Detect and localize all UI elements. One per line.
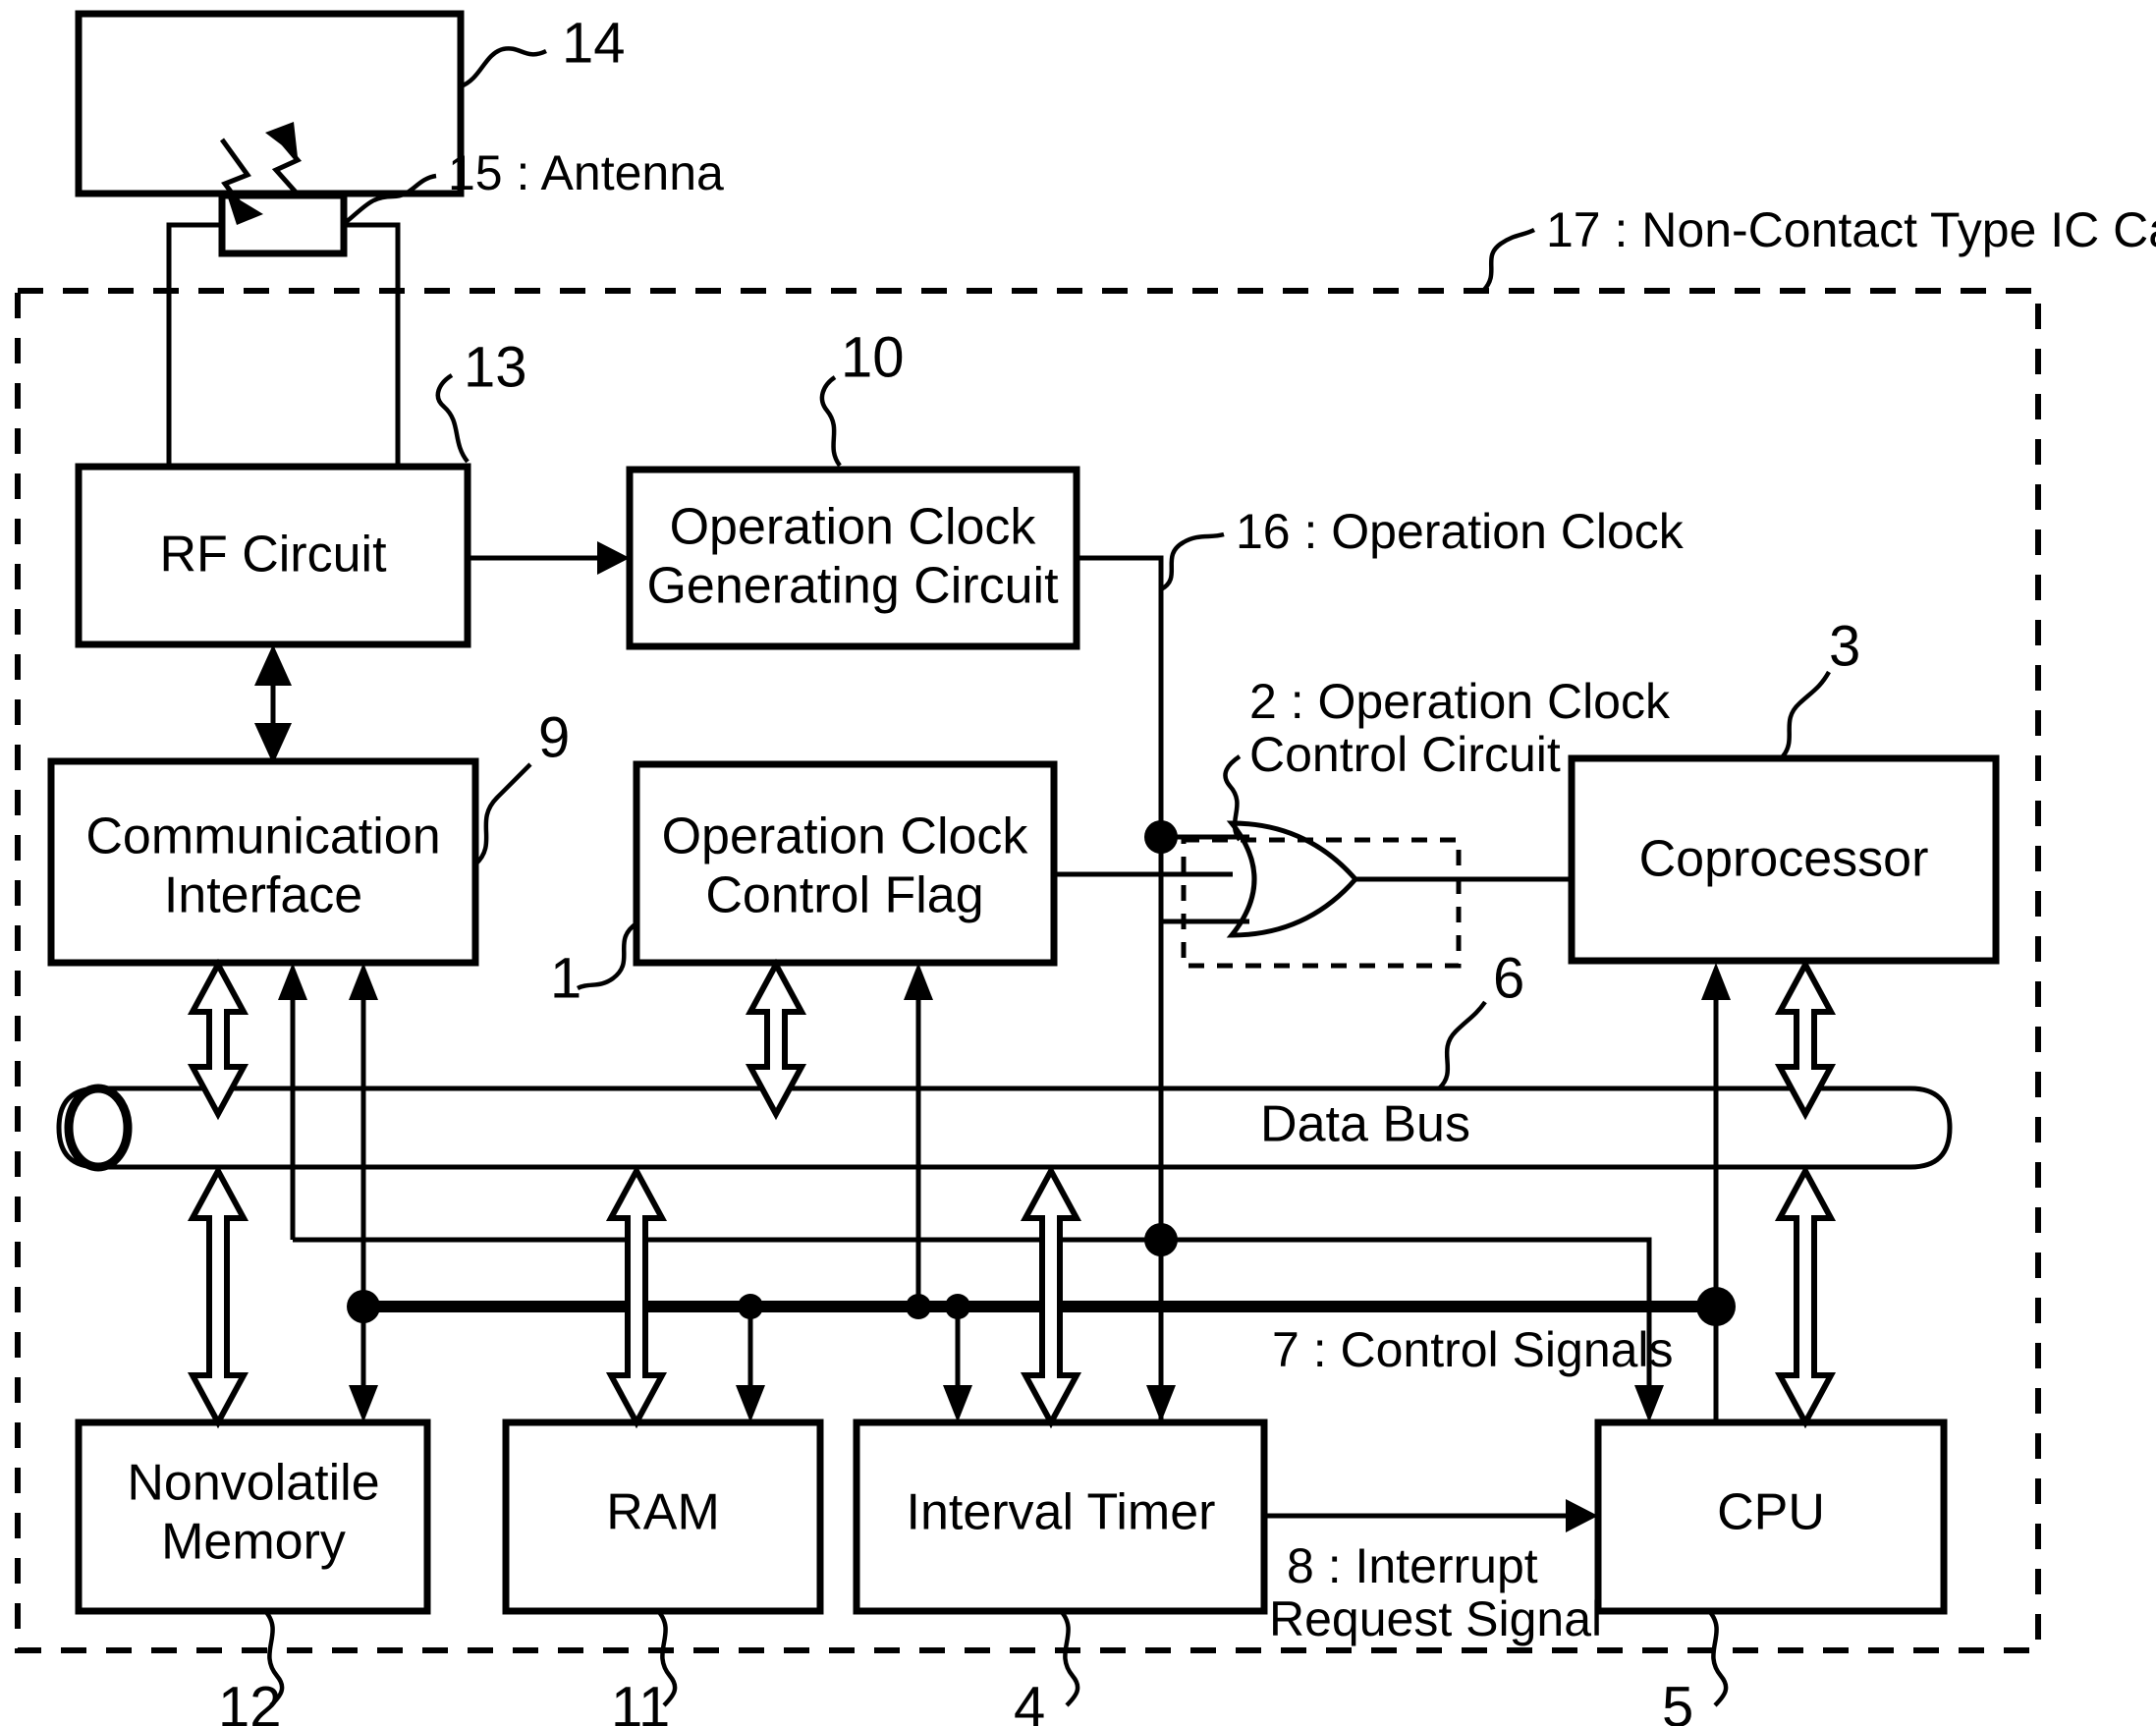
cpu-label: CPU (1717, 1484, 1825, 1541)
ref-label-4: 4 (1014, 1675, 1045, 1726)
data-bus (56, 1084, 1953, 1172)
lead-10 (819, 375, 842, 468)
ref-label-5: 5 (1662, 1675, 1693, 1726)
ref-label-6: 6 (1493, 946, 1524, 1010)
data-bus-label: Data Bus (1260, 1096, 1470, 1153)
interrupt-request-arrowhead (1566, 1499, 1598, 1532)
lead-16 (1159, 531, 1225, 591)
control-to-nvm-arrowhead (349, 1385, 378, 1422)
ref-label-1: 1 (550, 946, 581, 1010)
control-to-cpu-arrowhead (1634, 1385, 1664, 1422)
control-to-clockflag-arrowhead (904, 963, 933, 1000)
ref-label-12: 12 (218, 1675, 282, 1726)
commif-databus-arrow-upper (187, 958, 249, 1121)
rf-to-clockgen-arrowhead (597, 541, 630, 575)
ref-label-10: 10 (841, 325, 905, 389)
clock-generating-circuit-label-2: Generating Circuit (646, 558, 1059, 615)
ref-label-15: 15 : Antenna (448, 145, 724, 200)
lead-9 (473, 762, 532, 866)
communication-interface-label-1: Communication (85, 808, 440, 865)
ref-label-11: 11 (611, 1675, 670, 1726)
operation-clock-junction-dot (1144, 820, 1178, 854)
clock-control-flag-label-1: Operation Clock (662, 808, 1029, 865)
control-to-timer-arrowhead (943, 1385, 972, 1422)
control-to-ram-arrowhead (736, 1385, 765, 1422)
lead-1 (576, 921, 638, 991)
ram-label: RAM (606, 1484, 720, 1541)
nvm-databus-arrow (187, 1164, 249, 1429)
ref-label-2-line2: Control Circuit (1249, 727, 1561, 782)
nonvolatile-memory-label-2: Memory (161, 1514, 346, 1571)
antenna-left-lead (166, 222, 222, 467)
ram-databus-arrow (605, 1164, 668, 1429)
ref-label-13: 13 (464, 335, 527, 399)
patent-block-diagram: 14 15 : Antenna 17 : Non-Contact Type IC… (0, 0, 2156, 1726)
control-branch-upper (293, 1237, 1652, 1307)
ref-label-14: 14 (562, 11, 626, 75)
coprocessor-databus-arrow (1774, 958, 1837, 1121)
clock-control-circuit-boundary (1181, 837, 1462, 969)
reader-writer-box[interactable] (75, 10, 465, 197)
antenna-right-lead (344, 222, 401, 467)
ref-label-7: 7 : Control Signals (1272, 1322, 1674, 1377)
cpu-to-coprocessor-arrowhead (1701, 963, 1731, 1000)
ref-label-8-line2: Request Signal (1269, 1591, 1602, 1646)
nonvolatile-memory-label-1: Nonvolatile (127, 1455, 379, 1512)
lead-6 (1437, 1000, 1487, 1090)
cpu-databus-arrow (1774, 1164, 1837, 1429)
ref-label-16: 16 : Operation Clock (1236, 504, 1685, 559)
timer-databus-arrow (1020, 1164, 1082, 1429)
lead-4 (1059, 1609, 1080, 1707)
ref-label-17: 17 : Non-Contact Type IC Card (1546, 202, 2156, 257)
ref-label-9: 9 (538, 705, 570, 769)
ref-label-8-line1: 8 : Interrupt (1287, 1538, 1538, 1593)
interval-timer-label: Interval Timer (907, 1484, 1216, 1541)
clock-generating-circuit-label-1: Operation Clock (670, 499, 1037, 556)
communication-interface-label-2: Interface (164, 867, 362, 924)
coprocessor-label: Coprocessor (1639, 831, 1929, 888)
control-to-commif-arrowhead-a (278, 963, 307, 1000)
lead-5 (1707, 1609, 1729, 1707)
clock-control-flag-label-2: Control Flag (705, 867, 983, 924)
operation-clock-line (1077, 555, 1164, 1422)
rf-commif-arrow-up (254, 644, 292, 686)
ref-label-3: 3 (1829, 614, 1860, 678)
lead-3 (1781, 670, 1831, 758)
clockflag-databus-arrow (745, 958, 807, 1121)
lead-17 (1481, 227, 1536, 293)
control-to-commif-arrowhead-b (349, 963, 378, 1000)
rf-circuit-label: RF Circuit (159, 527, 387, 584)
clock-to-timer-arrowhead (1146, 1385, 1176, 1422)
ref-label-2-line1: 2 : Operation Clock (1249, 674, 1671, 729)
control-branch-dot (1144, 1223, 1178, 1256)
lead-14 (460, 46, 547, 89)
